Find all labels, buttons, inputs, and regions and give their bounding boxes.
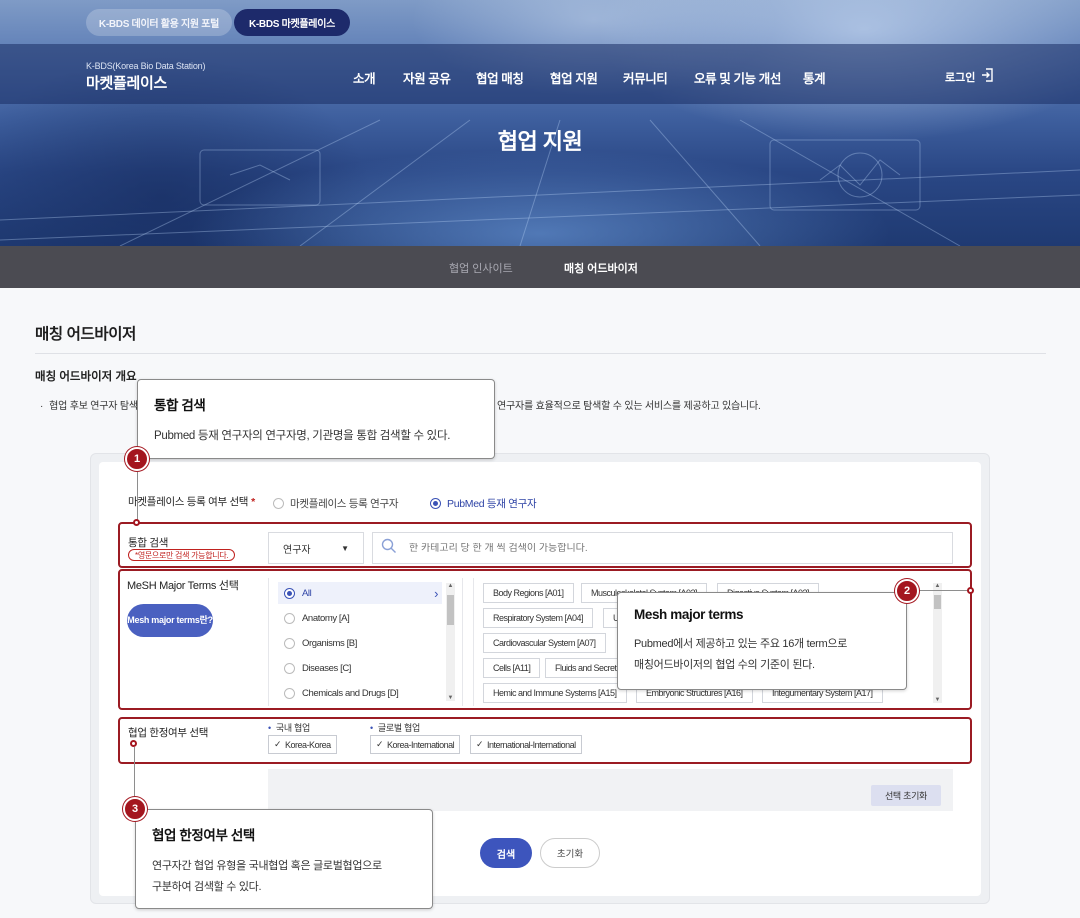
anchor-dot-2 — [967, 587, 974, 594]
login-link[interactable]: 로그인 — [945, 68, 994, 85]
anchor-dot-3 — [130, 740, 137, 747]
selected-terms-area — [268, 769, 953, 811]
callout-badge-1: 1 — [125, 447, 149, 471]
callout-body-line: 연구자간 협업 유형을 국내협업 혹은 글로벌협업으로 — [152, 860, 382, 872]
hero-title: 협업 지원 — [497, 129, 583, 154]
nav-collab-support[interactable]: 협업 지원 — [550, 68, 598, 87]
page-title: 매칭 어드바이저 — [35, 326, 136, 343]
section-title: 매칭 어드바이저 개요 — [35, 371, 137, 383]
callout-body-line: 매칭어드바이저의 협업 수의 기준이 된다. — [634, 659, 815, 671]
brand-subtitle: K-BDS(Korea Bio Data Station) — [86, 61, 206, 71]
registration-label-text: 마켓플레이스 등록 여부 선택 — [128, 496, 249, 508]
brand-title: 마켓플레이스 — [86, 75, 168, 92]
callout-integrated-search: 통합 검색 Pubmed 등재 연구자의 연구자명, 기관명을 통합 검색할 수… — [137, 379, 495, 459]
radio-marketplace-label: 마켓플레이스 등록 연구자 — [290, 498, 399, 510]
highlight-collab-limit — [118, 717, 972, 764]
search-button[interactable]: 검색 — [480, 838, 532, 868]
callout-body-line: Pubmed에서 제공하고 있는 주요 16개 term으로 — [634, 638, 848, 650]
login-icon — [981, 68, 994, 85]
anchor-dot-1 — [133, 519, 140, 526]
leader-line-2 — [918, 590, 970, 591]
portal-tab-data-portal[interactable]: K-BDS 데이터 활용 지원 포털 — [86, 9, 232, 36]
title-divider — [35, 353, 1046, 354]
portal-tab-marketplace[interactable]: K-BDS 마켓플레이스 — [234, 9, 350, 36]
callout-badge-3: 3 — [123, 797, 147, 821]
hero-banner: K-BDS 데이터 활용 지원 포털 K-BDS 마켓플레이스 K-BDS(Ko… — [0, 0, 1080, 246]
nav-error-feature[interactable]: 오류 및 기능 개선 — [694, 68, 781, 87]
nav-statistics[interactable]: 통계 — [803, 68, 826, 87]
registration-label: 마켓플레이스 등록 여부 선택 * — [128, 496, 255, 508]
callout-body: Pubmed 등재 연구자의 연구자명, 기관명을 통합 검색할 수 있다. — [154, 430, 451, 442]
leader-line-3 — [134, 747, 135, 799]
section-description-cont: 연구자를 효율적으로 탐색할 수 있는 서비스를 제공하고 있습니다. — [497, 401, 761, 412]
reset-selection-button[interactable]: 선택 초기화 — [871, 785, 941, 806]
callout-title: 협업 한정여부 선택 — [152, 828, 255, 843]
callout-mesh-terms: Mesh major terms Pubmed에서 제공하고 있는 주요 16개… — [617, 592, 907, 690]
nav-resource-sharing[interactable]: 자원 공유 — [403, 68, 451, 87]
callout-title: 통합 검색 — [154, 398, 206, 413]
callout-body: Pubmed에서 제공하고 있는 주요 16개 term으로 매칭어드바이저의 … — [634, 634, 890, 676]
leader-line-1 — [137, 472, 138, 522]
callout-badge-2: 2 — [895, 579, 919, 603]
tab-collab-insight[interactable]: 협업 인사이트 — [449, 260, 513, 276]
callout-collab-limit: 협업 한정여부 선택 연구자간 협업 유형을 국내협업 혹은 글로벌협업으로 구… — [135, 809, 433, 909]
callout-title: Mesh major terms — [634, 607, 744, 622]
radio-pubmed[interactable]: PubMed 등재 연구자 — [430, 496, 537, 511]
tab-matching-advisor[interactable]: 매칭 어드바이저 — [564, 260, 638, 276]
section-description: 협업 후보 연구자 탐색 — [40, 397, 138, 412]
sub-tab-bar: 협업 인사이트 매칭 어드바이저 — [0, 246, 1080, 288]
hero-decoration — [0, 119, 1080, 246]
reset-button[interactable]: 초기화 — [540, 838, 600, 868]
brand-logo[interactable]: K-BDS(Korea Bio Data Station) 마켓플레이스 — [86, 61, 205, 93]
highlight-integrated-search — [118, 522, 972, 568]
nav-community[interactable]: 커뮤니티 — [623, 68, 668, 87]
callout-body-line: 구분하여 검색할 수 있다. — [152, 881, 262, 893]
login-label: 로그인 — [945, 71, 976, 84]
nav-collab-matching[interactable]: 협업 매칭 — [476, 68, 524, 87]
callout-body: 연구자간 협업 유형을 국내협업 혹은 글로벌협업으로 구분하여 검색할 수 있… — [152, 856, 416, 898]
radio-marketplace[interactable]: 마켓플레이스 등록 연구자 — [273, 496, 399, 511]
radio-pubmed-circle[interactable] — [430, 498, 441, 509]
radio-marketplace-circle[interactable] — [273, 498, 284, 509]
radio-pubmed-label: PubMed 등재 연구자 — [447, 498, 537, 510]
nav-intro[interactable]: 소개 — [353, 68, 376, 87]
